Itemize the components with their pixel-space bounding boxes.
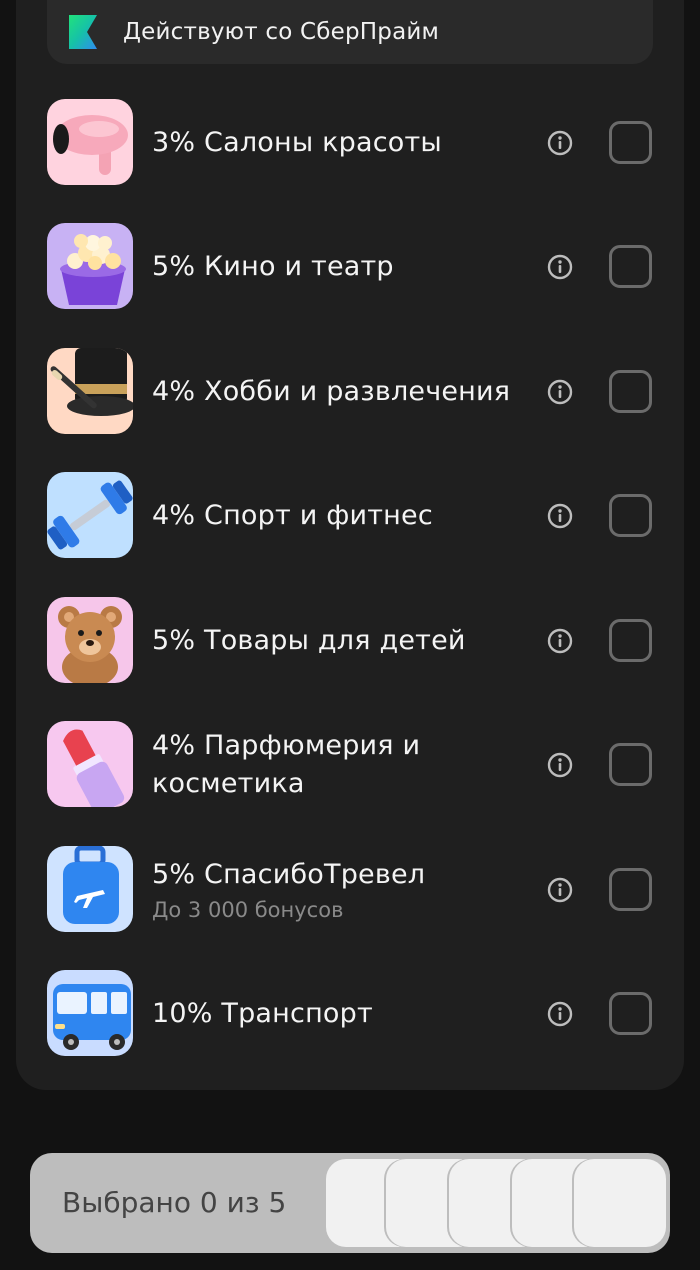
info-icon[interactable] [547, 379, 573, 405]
category-row-perfume[interactable]: 4% Парфюмерия и косметика [47, 721, 655, 809]
category-checkbox[interactable] [609, 121, 652, 164]
info-icon[interactable] [547, 254, 573, 280]
sberprime-banner-text: Действуют со СберПрайм [123, 19, 440, 45]
sberprime-banner[interactable]: Действуют со СберПрайм [47, 0, 653, 64]
category-row-hobby[interactable]: 4% Хобби и развлечения [47, 348, 655, 436]
popcorn-icon [47, 223, 133, 309]
hair-dryer-icon [47, 99, 133, 185]
info-icon[interactable] [547, 130, 573, 156]
category-checkbox[interactable] [609, 743, 652, 786]
category-label: 5% Кино и театр [152, 251, 394, 282]
lipstick-icon [47, 721, 133, 807]
category-label: 5% Товары для детей [152, 625, 466, 656]
category-checkbox[interactable] [609, 992, 652, 1035]
category-row-beauty[interactable]: 3% Салоны красоты [47, 99, 655, 187]
category-label: 4% Спорт и фитнес [152, 500, 433, 531]
suitcase-icon [47, 846, 133, 932]
category-row-sport[interactable]: 4% Спорт и фитнес [47, 472, 655, 560]
category-checkbox[interactable] [609, 619, 652, 662]
magic-hat-icon [47, 348, 133, 434]
dumbbell-icon [47, 472, 133, 558]
category-checkbox[interactable] [609, 868, 652, 911]
info-icon[interactable] [547, 628, 573, 654]
category-label: 5% СпасибоТревел [152, 859, 426, 890]
category-label: 4% Хобби и развлечения [152, 376, 511, 407]
info-icon[interactable] [547, 503, 573, 529]
teddy-bear-icon [47, 597, 133, 683]
selection-bar: Выбрано 0 из 5 [30, 1153, 670, 1253]
category-checkbox[interactable] [609, 370, 652, 413]
category-checkbox[interactable] [609, 494, 652, 537]
sberprime-logo-icon [69, 15, 97, 49]
category-label-line2: косметика [152, 768, 305, 799]
info-icon[interactable] [547, 752, 573, 778]
bus-icon [47, 970, 133, 1056]
selection-slot [574, 1159, 666, 1247]
category-row-travel[interactable]: 5% СпасибоТревел До 3 000 бонусов [47, 846, 655, 934]
category-sublabel: До 3 000 бонусов [152, 898, 344, 922]
category-checkbox[interactable] [609, 245, 652, 288]
info-icon[interactable] [547, 877, 573, 903]
category-row-cinema[interactable]: 5% Кино и театр [47, 223, 655, 311]
category-label: 3% Салоны красоты [152, 127, 442, 158]
category-row-transport[interactable]: 10% Транспорт [47, 970, 655, 1058]
selection-count-label: Выбрано 0 из 5 [62, 1186, 287, 1219]
category-label: 10% Транспорт [152, 998, 373, 1029]
info-icon[interactable] [547, 1001, 573, 1027]
category-row-kids[interactable]: 5% Товары для детей [47, 597, 655, 685]
category-label-line1: 4% Парфюмерия и [152, 730, 421, 761]
